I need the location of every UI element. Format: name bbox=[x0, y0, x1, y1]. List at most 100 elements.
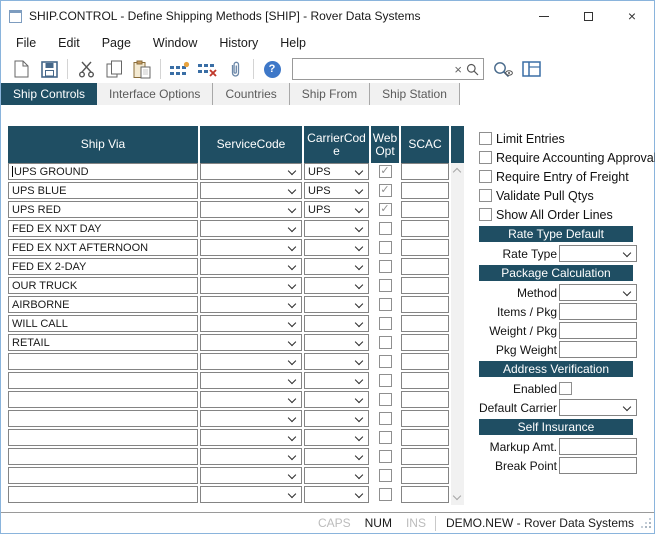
weight-pkg-input[interactable] bbox=[559, 322, 637, 339]
ship-via-cell[interactable]: WILL CALL bbox=[8, 315, 198, 332]
web-opt-checkbox[interactable] bbox=[379, 488, 392, 501]
grid-scrollbar[interactable] bbox=[451, 163, 464, 505]
paste-button[interactable] bbox=[131, 58, 153, 80]
carrier-code-select[interactable] bbox=[304, 258, 369, 275]
items-pkg-input[interactable] bbox=[559, 303, 637, 320]
close-button[interactable]: × bbox=[610, 1, 654, 31]
service-code-select[interactable] bbox=[200, 334, 302, 351]
web-opt-checkbox[interactable] bbox=[379, 222, 392, 235]
service-code-select[interactable] bbox=[200, 201, 302, 218]
carrier-code-select[interactable]: UPS bbox=[304, 182, 369, 199]
web-opt-checkbox[interactable] bbox=[379, 260, 392, 273]
web-opt-checkbox[interactable] bbox=[379, 241, 392, 254]
checkbox-require-accounting-approval[interactable] bbox=[479, 151, 492, 164]
scac-cell[interactable] bbox=[401, 353, 449, 370]
scac-cell[interactable] bbox=[401, 315, 449, 332]
carrier-code-select[interactable] bbox=[304, 372, 369, 389]
ship-via-cell[interactable]: UPS BLUE bbox=[8, 182, 198, 199]
carrier-code-select[interactable]: UPS bbox=[304, 163, 369, 180]
carrier-code-select[interactable] bbox=[304, 391, 369, 408]
ship-via-cell[interactable]: RETAIL bbox=[8, 334, 198, 351]
scac-cell[interactable] bbox=[401, 296, 449, 313]
web-opt-checkbox[interactable]: ✓ bbox=[379, 165, 392, 178]
scac-cell[interactable] bbox=[401, 429, 449, 446]
carrier-code-select[interactable] bbox=[304, 410, 369, 427]
service-code-select[interactable] bbox=[200, 410, 302, 427]
ship-via-cell[interactable]: AIRBORNE bbox=[8, 296, 198, 313]
scac-cell[interactable] bbox=[401, 467, 449, 484]
web-opt-checkbox[interactable] bbox=[379, 374, 392, 387]
attach-button[interactable] bbox=[224, 58, 246, 80]
ship-via-cell[interactable] bbox=[8, 486, 198, 503]
break-point-input[interactable] bbox=[559, 457, 637, 474]
tab-ship-station[interactable]: Ship Station bbox=[370, 83, 460, 105]
carrier-code-select[interactable] bbox=[304, 315, 369, 332]
web-opt-checkbox[interactable] bbox=[379, 431, 392, 444]
copy-button[interactable] bbox=[103, 58, 125, 80]
save-button[interactable] bbox=[38, 58, 60, 80]
scac-cell[interactable] bbox=[401, 391, 449, 408]
ship-via-cell[interactable] bbox=[8, 353, 198, 370]
ship-via-cell[interactable]: UPS RED bbox=[8, 201, 198, 218]
web-opt-checkbox[interactable]: ✓ bbox=[379, 184, 392, 197]
service-code-select[interactable] bbox=[200, 372, 302, 389]
ship-via-cell[interactable] bbox=[8, 410, 198, 427]
web-opt-checkbox[interactable] bbox=[379, 336, 392, 349]
ship-via-cell[interactable]: FED EX NXT DAY bbox=[8, 220, 198, 237]
service-code-select[interactable] bbox=[200, 448, 302, 465]
zoom-view-button[interactable] bbox=[492, 58, 514, 80]
ship-via-cell[interactable] bbox=[8, 391, 198, 408]
ship-via-cell[interactable]: FED EX NXT AFTERNOON bbox=[8, 239, 198, 256]
web-opt-checkbox[interactable]: ✓ bbox=[379, 203, 392, 216]
menu-item-file[interactable]: File bbox=[5, 31, 47, 55]
scac-cell[interactable] bbox=[401, 201, 449, 218]
scac-cell[interactable] bbox=[401, 486, 449, 503]
carrier-code-select[interactable]: UPS bbox=[304, 201, 369, 218]
new-document-button[interactable] bbox=[10, 58, 32, 80]
service-code-select[interactable] bbox=[200, 353, 302, 370]
window-layout-button[interactable] bbox=[520, 58, 542, 80]
carrier-code-select[interactable] bbox=[304, 334, 369, 351]
markup-amt-input[interactable] bbox=[559, 438, 637, 455]
ship-via-cell[interactable] bbox=[8, 467, 198, 484]
carrier-code-select[interactable] bbox=[304, 486, 369, 503]
tab-ship-controls[interactable]: Ship Controls bbox=[1, 83, 97, 105]
method-select[interactable] bbox=[559, 284, 637, 301]
enabled-checkbox[interactable] bbox=[559, 382, 572, 395]
scroll-down-icon[interactable] bbox=[453, 492, 461, 500]
web-opt-checkbox[interactable] bbox=[379, 279, 392, 292]
default-carrier-select[interactable] bbox=[559, 399, 637, 416]
scac-cell[interactable] bbox=[401, 277, 449, 294]
carrier-code-select[interactable] bbox=[304, 448, 369, 465]
scac-cell[interactable] bbox=[401, 258, 449, 275]
web-opt-checkbox[interactable] bbox=[379, 355, 392, 368]
scroll-up-icon[interactable] bbox=[453, 168, 461, 176]
scac-cell[interactable] bbox=[401, 410, 449, 427]
scac-cell[interactable] bbox=[401, 220, 449, 237]
insert-row-button[interactable] bbox=[168, 58, 190, 80]
service-code-select[interactable] bbox=[200, 391, 302, 408]
service-code-select[interactable] bbox=[200, 467, 302, 484]
web-opt-checkbox[interactable] bbox=[379, 298, 392, 311]
web-opt-checkbox[interactable] bbox=[379, 450, 392, 463]
menu-item-edit[interactable]: Edit bbox=[47, 31, 91, 55]
service-code-select[interactable] bbox=[200, 163, 302, 180]
minimize-button[interactable] bbox=[522, 1, 566, 31]
scac-cell[interactable] bbox=[401, 239, 449, 256]
scac-cell[interactable] bbox=[401, 448, 449, 465]
ship-via-cell[interactable] bbox=[8, 372, 198, 389]
web-opt-checkbox[interactable] bbox=[379, 412, 392, 425]
carrier-code-select[interactable] bbox=[304, 296, 369, 313]
service-code-select[interactable] bbox=[200, 220, 302, 237]
service-code-select[interactable] bbox=[200, 486, 302, 503]
service-code-select[interactable] bbox=[200, 258, 302, 275]
maximize-button[interactable] bbox=[566, 1, 610, 31]
carrier-code-select[interactable] bbox=[304, 429, 369, 446]
scac-cell[interactable] bbox=[401, 372, 449, 389]
menu-item-page[interactable]: Page bbox=[91, 31, 142, 55]
checkbox-validate-pull-qtys[interactable] bbox=[479, 189, 492, 202]
ship-via-cell[interactable]: OUR TRUCK bbox=[8, 277, 198, 294]
clear-search-icon[interactable]: × bbox=[450, 63, 466, 76]
tab-interface-options[interactable]: Interface Options bbox=[97, 83, 213, 105]
scac-cell[interactable] bbox=[401, 182, 449, 199]
